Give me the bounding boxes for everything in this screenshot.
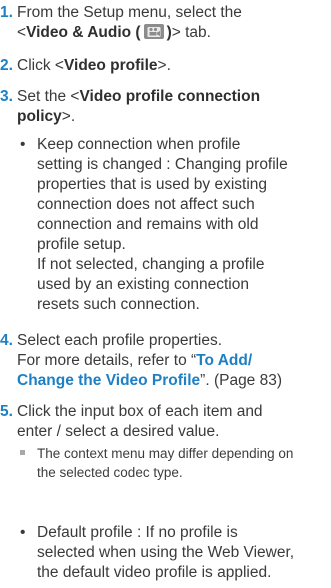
video-audio-icon (143, 24, 164, 39)
step-text-line2: <Video & Audio ()> tab. (17, 24, 211, 41)
bullet-line: Keep connection when profile (37, 136, 241, 153)
bullet-line: profile setup. (37, 236, 126, 253)
bullet-dot: • (20, 524, 26, 541)
bullet-line: connection does not affect such (37, 196, 255, 213)
bullet-line: resets such connection. (37, 296, 200, 313)
step-number: 3. (0, 88, 13, 105)
cross-reference-link-cont[interactable]: Change the Video Profile (17, 372, 200, 389)
step-number: 4. (0, 332, 13, 349)
step-number: 5. (0, 403, 13, 420)
step-text-line2: policy>. (17, 108, 76, 125)
bullet-line: selected when using the Web Viewer, (37, 544, 295, 561)
note-line: The context menu may differ depending on (37, 446, 294, 461)
step-text: From the Setup menu, select the (17, 4, 242, 21)
bullet-line: Default profile : If no profile is (37, 524, 238, 541)
step-text: Click <Video profile>. (17, 57, 171, 74)
manual-page: 1. From the Setup menu, select the <Vide… (0, 0, 331, 588)
bullet-line: connection and remains with old (37, 216, 259, 233)
note-line: the selected codec type. (37, 465, 183, 480)
bullet-dot: • (20, 136, 26, 153)
step-text-line2: enter / select a desired value. (17, 423, 220, 440)
step-text: Click the input box of each item and (17, 403, 263, 420)
bullet-line: the default video profile is applied. (37, 564, 272, 581)
step-text: Select each profile properties. (17, 332, 223, 349)
bullet-line: properties that is used by existing (37, 176, 268, 193)
note-square-icon (20, 450, 25, 455)
cross-reference-link[interactable]: To Add/ (196, 352, 252, 369)
step-number: 1. (0, 4, 13, 21)
step-text: Set the <Video profile connection (17, 88, 261, 105)
step-number: 2. (0, 57, 13, 74)
step-text-line3: Change the Video Profile”. (Page 83) (17, 372, 283, 389)
step-text-line2: For more details, refer to “To Add/ (17, 352, 253, 369)
bullet-line: setting is changed : Changing profile (37, 156, 288, 173)
bullet-line: If not selected, changing a profile (37, 256, 265, 273)
bullet-line: used by an existing connection (37, 276, 249, 293)
